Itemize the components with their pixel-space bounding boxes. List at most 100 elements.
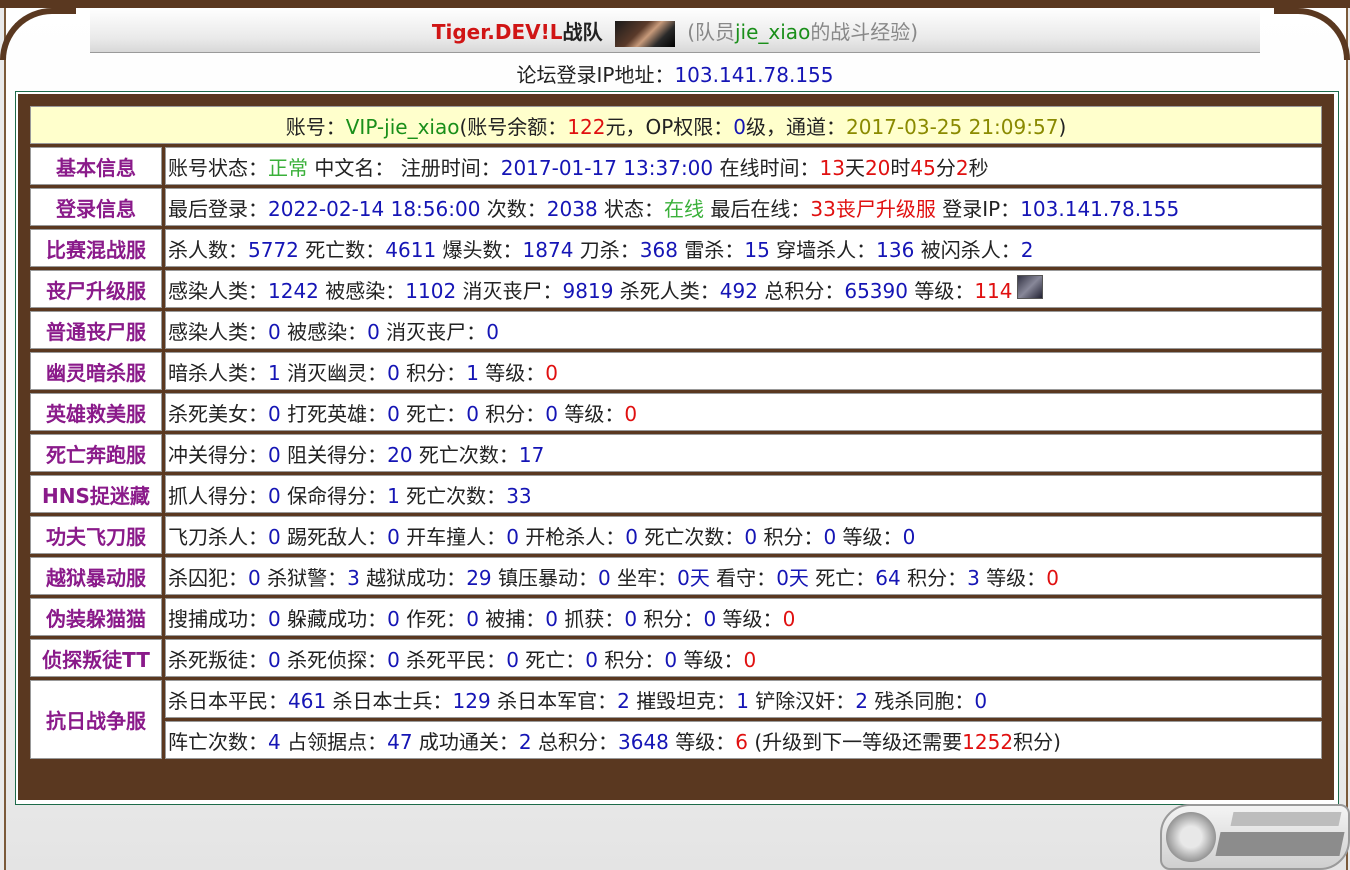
stat-label: 杀日本平民： (168, 688, 288, 713)
stat-label: 刀杀： (573, 237, 640, 262)
server-stats-row: 伪装躲猫猫 搜捕成功：0 躲藏成功：0 作死：0 被捕：0 抓获：0 积分：0 等… (30, 598, 1322, 636)
stat-value: 2 (1020, 237, 1034, 262)
stat-value: 129 (452, 688, 491, 713)
stat-label: 雷杀： (677, 237, 745, 262)
basic-info-values: 账号状态：正常 中文名： 注册时间：2017-01-17 13:37:00 在线… (165, 147, 1322, 185)
login-count-label: 次数： (480, 196, 547, 221)
stat-label: 摧毁坦克： (629, 688, 737, 713)
stat-label: 等级： (907, 278, 975, 303)
stat-value: 4 (268, 729, 281, 754)
team-suffix: 战队 (562, 20, 603, 44)
stat-label: 杀死平民： (399, 647, 507, 672)
server-stats-values: 搜捕成功：0 躲藏成功：0 作死：0 被捕：0 抓获：0 积分：0 等级：0 (165, 598, 1322, 636)
online-label: 在线时间： (713, 155, 820, 180)
stat-value: 0 (585, 647, 599, 672)
stat-label: 占领据点： (280, 729, 388, 754)
stat-label: 消灭丧尸： (456, 278, 563, 303)
row-label: 基本信息 (30, 147, 162, 185)
stat-label: 等级： (668, 729, 736, 754)
row-label: 抗日战争服 (30, 680, 162, 759)
last-online-label: 最后在线： (704, 196, 811, 221)
stat-label: 消灭丧尸： (379, 319, 487, 344)
balance-unit: 元，OP权限： (605, 114, 734, 139)
stat-label: 等级： (558, 401, 625, 426)
stat-label: 等级： (716, 606, 783, 631)
top-border-band (0, 0, 1350, 8)
stat-value: 0 (625, 524, 639, 549)
stat-value: 0 (268, 401, 281, 426)
row-label: HNS捉迷藏 (30, 475, 162, 513)
server-stats-row: 功夫飞刀服 飞刀杀人：0 踢死敌人：0 开车撞人：0 开枪杀人：0 死亡次数：0 … (30, 516, 1322, 554)
member-prefix: (队员 (687, 20, 735, 44)
row-label: 登录信息 (30, 188, 162, 226)
stat-value: 0 (387, 524, 400, 549)
stat-value: 0 (387, 606, 400, 631)
server-stats-values: 飞刀杀人：0 踢死敌人：0 开车撞人：0 开枪杀人：0 死亡次数：0 积分：0 … (165, 516, 1322, 554)
stat-value: 4611 (385, 237, 437, 262)
stat-value: 0 (466, 401, 479, 426)
member-name[interactable]: jie_xiao (735, 20, 810, 44)
stat-label: 死亡数： (298, 237, 386, 262)
stat-label: 总积分： (531, 729, 618, 754)
stat-label: 感染人类： (168, 278, 268, 303)
stat-label: 阻关得分： (280, 442, 388, 467)
stat-value: 3 (347, 565, 360, 590)
watermark-bar-top (1230, 812, 1342, 826)
forum-login-ip: 论坛登录IP地址：103.141.78.155 (0, 60, 1350, 90)
balance-label: (账号余额： (459, 114, 568, 139)
stat-value: 0 (387, 647, 400, 672)
stat-value: 492 (719, 278, 758, 303)
server-stats-row: 越狱暴动服 杀囚犯：0 杀狱警：3 越狱成功：29 镇压暴动：0 坐牢：0天 看守… (30, 557, 1322, 595)
op-unit: 级，通道： (746, 114, 847, 139)
stat-value: 0 (782, 606, 796, 631)
stat-value: 0 (1046, 565, 1059, 590)
last-login-time: 2022-02-14 18:56:00 (268, 196, 481, 221)
state-label: 状态： (597, 196, 665, 221)
stat-label: 死亡次数： (399, 483, 507, 508)
stat-value: 20 (387, 442, 413, 467)
kangri-values-2: 阵亡次数：4 占领据点：47 成功通关：2 总积分：3648 等级：6 (升级到… (165, 721, 1322, 759)
server-stats-row: 英雄救美服 杀死美女：0 打死英雄：0 死亡：0 积分：0 等级：0 (30, 393, 1322, 431)
account-id: VIP-jie_xiao (345, 114, 460, 139)
stat-label: 坐牢： (610, 565, 678, 590)
status-label: 账号状态： (168, 155, 268, 180)
stat-value: 64 (875, 565, 901, 590)
stat-value: 47 (387, 729, 413, 754)
site-watermark-logo (1160, 804, 1350, 870)
stat-value: 1 (268, 360, 281, 385)
player-avatar-icon[interactable] (1016, 274, 1043, 299)
stat-label: 积分： (757, 524, 824, 549)
stat-label: 杀日本士兵： (326, 688, 453, 713)
battle-stats-table: 账号：VIP-jie_xiao(账号余额：122元，OP权限：0级，通道：201… (27, 103, 1325, 762)
last-online-server[interactable]: 33丧尸升级服 (810, 197, 935, 221)
stat-value: 0 (974, 688, 988, 713)
stat-value: 65390 (844, 278, 908, 303)
team-name[interactable]: Tiger.DEV!L (432, 20, 563, 44)
online-hours: 20 (864, 155, 891, 180)
stat-label: 阵亡次数： (168, 729, 268, 754)
stat-label: 积分： (598, 647, 665, 672)
stat-label: 杀日本军官： (490, 688, 618, 713)
server-stats-values: 冲关得分：0 阻关得分：20 死亡次数：17 (165, 434, 1322, 472)
stat-value: 0 (367, 319, 380, 344)
stat-label: 被感染： (318, 278, 406, 303)
stat-label: 开车撞人： (399, 524, 507, 549)
stat-value: 0 (598, 565, 611, 590)
account-cell: 账号：VIP-jie_xiao(账号余额：122元，OP权限：0级，通道：201… (30, 106, 1322, 144)
kangri-row-2: 阵亡次数：4 占领据点：47 成功通关：2 总积分：3648 等级：6 (升级到… (30, 721, 1322, 759)
stat-label: 被闪杀人： (914, 237, 1021, 262)
stat-value: 0 (902, 524, 916, 549)
days-unit: 天 (844, 155, 865, 180)
stat-label: 看守： (709, 565, 777, 590)
minutes-unit: 分 (935, 155, 956, 180)
server-stats-row: HNS捉迷藏 抓人得分：0 保命得分：1 死亡次数：33 (30, 475, 1322, 513)
stat-value: 0 (545, 401, 559, 426)
stat-value: 1252 (962, 729, 1014, 754)
stat-value: 0 (703, 606, 717, 631)
kangri-row-1: 抗日战争服 杀日本平民：461 杀日本士兵：129 杀日本军官：2 摧毁坦克：1 … (30, 680, 1322, 759)
stat-label: 死亡： (399, 401, 467, 426)
stat-label: 作死： (399, 606, 467, 631)
stat-label: 越狱成功： (359, 565, 467, 590)
account-row: 账号：VIP-jie_xiao(账号余额：122元，OP权限：0级，通道：201… (30, 106, 1322, 144)
stat-label: 打死英雄： (280, 401, 388, 426)
